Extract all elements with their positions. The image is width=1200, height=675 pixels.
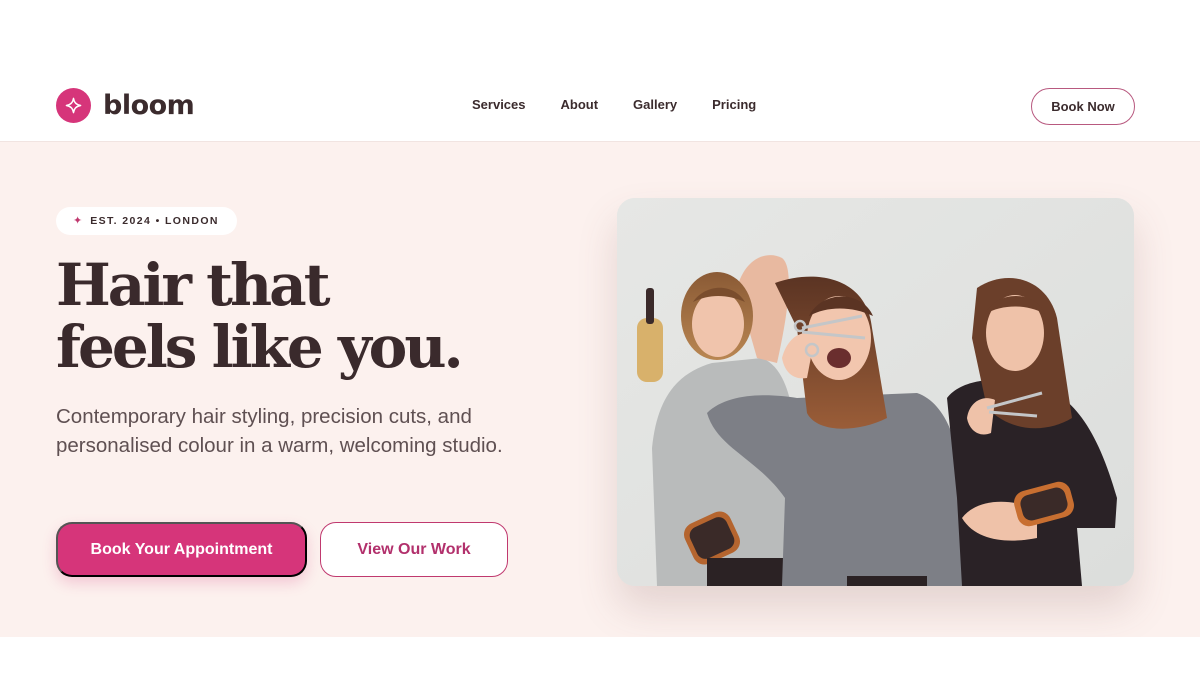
brand-logo[interactable]: bloom xyxy=(56,88,195,123)
headline-line-2: feels like you. xyxy=(56,313,464,381)
hero-photo xyxy=(617,198,1134,586)
brand-name: bloom xyxy=(103,90,195,121)
nav-link-about[interactable]: About xyxy=(561,97,599,112)
top-blank-area xyxy=(0,0,1200,70)
nav-link-pricing[interactable]: Pricing xyxy=(712,97,756,112)
headline-line-1: Hair that xyxy=(56,251,331,319)
book-now-button[interactable]: Book Now xyxy=(1031,88,1135,125)
navbar: bloom Services About Gallery Pricing Boo… xyxy=(0,70,1200,142)
main-nav: Services About Gallery Pricing xyxy=(472,97,791,112)
sparkle-icon: ✦ xyxy=(73,214,83,227)
bottom-blank-area xyxy=(0,637,1200,675)
hero-subtext: Contemporary hair styling, precision cut… xyxy=(56,405,503,457)
badge-text: EST. 2024 • LONDON xyxy=(90,215,219,227)
hero-headline: Hair that feels like you. xyxy=(56,254,576,378)
book-appointment-button[interactable]: Book Your Appointment xyxy=(56,522,307,577)
nav-link-gallery[interactable]: Gallery xyxy=(633,97,677,112)
hero-section: ✦ EST. 2024 • LONDON Hair that feels lik… xyxy=(0,142,1200,637)
sparkle-glyph xyxy=(65,97,82,114)
stylists-photo-illustration xyxy=(617,198,1134,586)
view-work-button[interactable]: View Our Work xyxy=(320,522,508,577)
sparkle-icon xyxy=(56,88,91,123)
established-badge: ✦ EST. 2024 • LONDON xyxy=(56,207,237,235)
nav-link-services[interactable]: Services xyxy=(472,97,526,112)
